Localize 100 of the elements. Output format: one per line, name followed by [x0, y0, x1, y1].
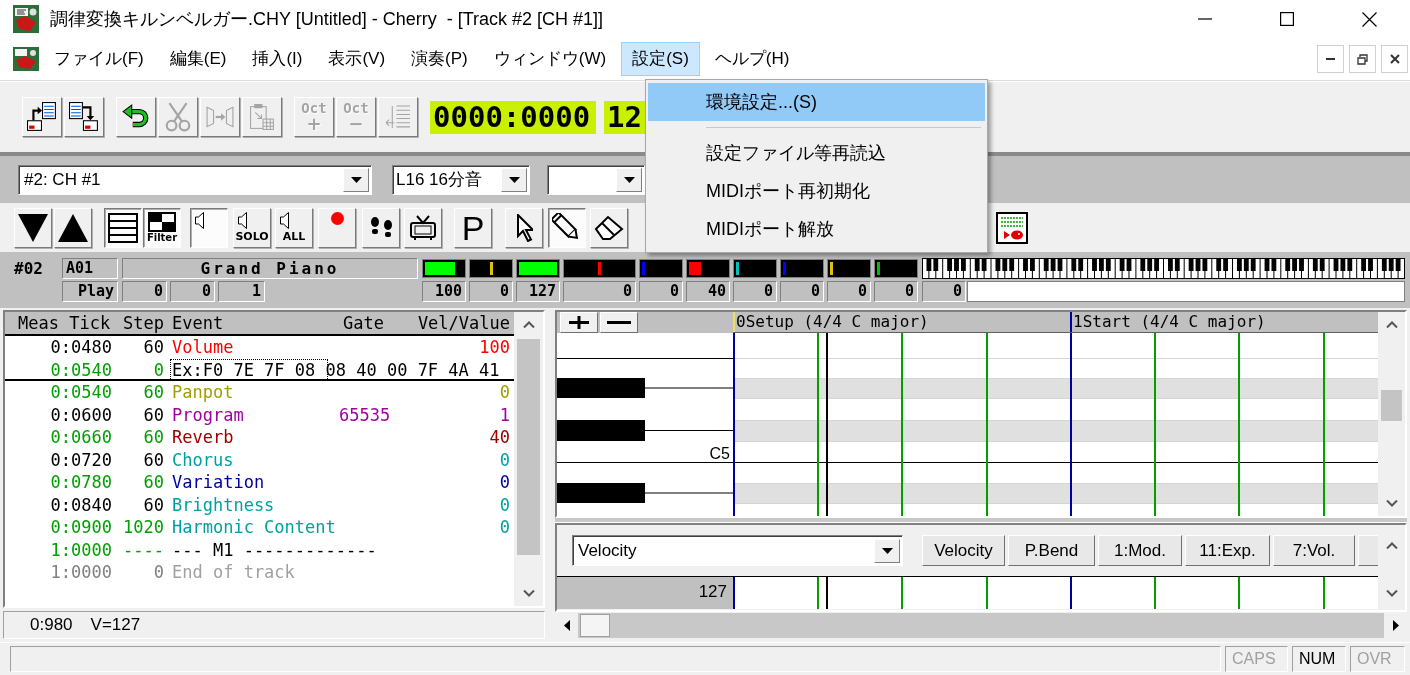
- note-label: C5: [709, 445, 730, 462]
- menu-item[interactable]: 環境設定...(S): [648, 83, 985, 121]
- scrollbar-thumb[interactable]: [517, 339, 540, 555]
- tick-time: 0:0600: [49, 403, 112, 426]
- menu-item[interactable]: 設定(S): [621, 42, 700, 76]
- speaker-icon: [195, 211, 205, 229]
- scrollbar-thumb[interactable]: [1381, 390, 1402, 421]
- dropdown-field[interactable]: [547, 164, 645, 195]
- close-button[interactable]: [1381, 45, 1408, 73]
- eraser-icon: [594, 214, 624, 241]
- caret-icon: [623, 176, 635, 183]
- step-value: 60: [142, 493, 164, 516]
- menu-item[interactable]: ヘルプ(H): [703, 42, 801, 76]
- tick-time: 0:0900: [49, 516, 112, 539]
- controller-button[interactable]: P.Bend: [1008, 535, 1095, 566]
- event-value: 0: [498, 516, 511, 539]
- minus-icon: [607, 321, 631, 324]
- tool-button[interactable]: [548, 207, 586, 248]
- app-icon: [13, 5, 39, 33]
- controller-button[interactable]: [1358, 535, 1378, 566]
- chevron-up-icon: [522, 321, 535, 328]
- event-name: Chorus: [171, 448, 235, 471]
- tick-time: 1:0000: [49, 538, 112, 561]
- split-arrow-icon: [206, 106, 234, 128]
- tick-time: 0:0480: [49, 336, 112, 359]
- document-import-icon: [69, 102, 99, 132]
- right-triangle-icon: [1392, 620, 1399, 631]
- list-icon: [108, 212, 138, 243]
- meter-value: 0: [563, 281, 636, 302]
- chevron-down-icon: [1385, 500, 1398, 507]
- meter-value: 100: [422, 281, 466, 302]
- minimize-button[interactable]: [1317, 45, 1344, 73]
- column-header: Step: [122, 312, 164, 334]
- tick-time: 0:0540: [49, 381, 112, 404]
- event-name: Program: [171, 403, 245, 426]
- scrollbar-thumb[interactable]: [580, 614, 610, 637]
- column-header: Meas Tick: [17, 312, 112, 334]
- event-value: 0: [498, 381, 511, 404]
- event-name: Brightness: [171, 493, 276, 516]
- menu-item[interactable]: MIDIポート再初期化: [648, 172, 985, 210]
- track-dropdown[interactable]: #2: CH #1: [18, 164, 372, 195]
- menu-item[interactable]: ファイル(F): [43, 42, 155, 76]
- patch-number: A01: [62, 258, 118, 279]
- key-state-indicator: NUM: [1292, 646, 1346, 672]
- menu-item[interactable]: 編集(E): [158, 42, 238, 76]
- step-value: 60: [142, 336, 164, 359]
- align-lines-icon: [385, 105, 411, 129]
- note-length-dropdown[interactable]: L16 16分音: [392, 164, 530, 195]
- tool-button[interactable]: P: [454, 207, 492, 248]
- document-export-icon: [27, 102, 57, 132]
- zoom-out-button[interactable]: [600, 312, 638, 333]
- toolbar-button[interactable]: [64, 97, 104, 137]
- tool-button[interactable]: ALL: [275, 207, 313, 248]
- zoom-in-button[interactable]: [560, 312, 598, 333]
- measure-label: 1Start (4/4 C major): [1073, 312, 1266, 331]
- controller-button[interactable]: 1:Mod.: [1098, 535, 1182, 566]
- menu-item[interactable]: 挿入(I): [241, 42, 314, 76]
- status-readout: 0:980: [30, 615, 73, 635]
- play-mode: Play: [62, 281, 118, 302]
- cursor-arrow-icon: [515, 213, 533, 242]
- toolbar-button[interactable]: [22, 97, 62, 137]
- toolbar-button[interactable]: [116, 97, 156, 137]
- menu-item[interactable]: 表示(V): [317, 42, 397, 76]
- tool-button[interactable]: Filter: [143, 207, 181, 248]
- checkerboard-icon: [148, 212, 176, 232]
- controller-button[interactable]: 7:Vol.: [1273, 535, 1355, 566]
- event-value: 100: [478, 336, 511, 359]
- menu-item[interactable]: MIDIポート解放: [648, 210, 985, 248]
- controller-dropdown[interactable]: Velocity: [572, 535, 903, 566]
- event-name: End of track: [171, 561, 296, 584]
- document-icon: [13, 47, 39, 71]
- caret-icon: [881, 547, 893, 554]
- restore-button[interactable]: [1349, 45, 1376, 73]
- caret-icon: [508, 176, 520, 183]
- chevron-up-icon: [1385, 321, 1398, 328]
- chevron-down-icon: [522, 590, 535, 597]
- key-value: 0: [922, 281, 966, 302]
- undo-icon: [122, 104, 150, 130]
- tool-button[interactable]: [104, 207, 142, 248]
- tick-time: 0:0840: [49, 493, 112, 516]
- column-header: Gate: [342, 312, 385, 334]
- menu-item[interactable]: ウィンドウ(W): [482, 42, 618, 76]
- meter-value: 0: [874, 281, 918, 302]
- restore-icon: [1357, 53, 1368, 65]
- tool-button[interactable]: SOLO: [233, 207, 271, 248]
- instrument-name: Grand Piano: [122, 258, 418, 279]
- counter-value: 1: [218, 281, 265, 302]
- key-state-indicator: CAPS: [1225, 646, 1288, 672]
- tv-icon: [410, 214, 436, 241]
- controller-button[interactable]: Velocity: [922, 535, 1005, 566]
- tick-time: 0:0660: [49, 426, 112, 449]
- menu-item[interactable]: 演奏(P): [400, 42, 479, 76]
- track-number: #02: [14, 258, 44, 279]
- column-header: Vel/Value: [416, 312, 511, 334]
- step-value: ----: [122, 538, 164, 561]
- tick-time: 0:0780: [49, 471, 112, 494]
- controller-button[interactable]: 11:Exp.: [1185, 535, 1270, 566]
- sheet-fish-icon: [996, 211, 1028, 244]
- cut-icon: [165, 102, 191, 132]
- menu-item[interactable]: 設定ファイル等再読込: [648, 134, 985, 172]
